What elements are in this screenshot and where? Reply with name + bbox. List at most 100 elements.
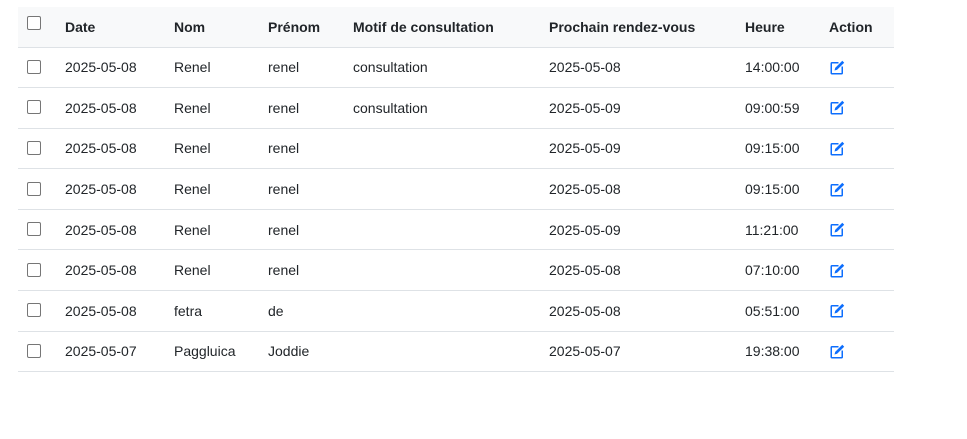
- cell-prochain-rendez-vous: 2025-05-08: [549, 168, 745, 210]
- cell-date: 2025-05-08: [65, 87, 174, 129]
- cell-date: 2025-05-08: [65, 128, 174, 170]
- table-row[interactable]: 2025-05-08 Renel renel consultation 2025-05-…: [18, 47, 894, 89]
- cell-prochain-rendez-vous: 2025-05-07: [549, 331, 745, 373]
- cell-motif: [353, 168, 549, 210]
- cell-action: [829, 249, 894, 292]
- cell-heure: 09:00:59: [745, 87, 829, 129]
- table-row[interactable]: 2025-05-07 Paggluica Joddie 2025-05-07 19:38…: [18, 331, 894, 373]
- cell-heure: 09:15:00: [745, 128, 829, 170]
- cell-nom: Renel: [174, 249, 268, 292]
- cell-prochain-rendez-vous: 2025-05-08: [549, 290, 745, 332]
- header-nom[interactable]: Nom: [174, 7, 268, 48]
- cell-prochain-rendez-vous: 2025-05-09: [549, 209, 745, 251]
- cell-date: 2025-05-08: [65, 209, 174, 251]
- consultations-table: Date Nom Prénom Motif de consultation Pr…: [18, 7, 894, 373]
- cell-prenom: renel: [268, 168, 353, 210]
- cell-date: 2025-05-08: [65, 249, 174, 292]
- row-select-cell: [18, 128, 65, 170]
- cell-action: [829, 87, 894, 129]
- cell-nom: fetra: [174, 290, 268, 332]
- edit-icon[interactable]: [829, 60, 845, 76]
- header-action: Action: [829, 7, 894, 48]
- consultations-table-container: Date Nom Prénom Motif de consultation Pr…: [18, 7, 894, 373]
- cell-prenom: Joddie: [268, 331, 353, 373]
- edit-icon[interactable]: [829, 100, 845, 116]
- cell-date: 2025-05-07: [65, 331, 174, 373]
- cell-nom: Renel: [174, 87, 268, 129]
- cell-prochain-rendez-vous: 2025-05-08: [549, 47, 745, 89]
- select-all-cell: [18, 7, 65, 48]
- table-row[interactable]: 2025-05-08 Renel renel consultation 2025-05-…: [18, 87, 894, 129]
- row-select-cell: [18, 249, 65, 292]
- table-row[interactable]: 2025-05-08 Renel renel 2025-05-08 07:10:00: [18, 249, 894, 292]
- table-row[interactable]: 2025-05-08 Renel renel 2025-05-09 11:21:00: [18, 209, 894, 251]
- cell-nom: Renel: [174, 128, 268, 170]
- edit-icon[interactable]: [829, 141, 845, 157]
- cell-prochain-rendez-vous: 2025-05-09: [549, 128, 745, 170]
- edit-icon[interactable]: [829, 344, 845, 360]
- table-row[interactable]: 2025-05-08 fetra de 2025-05-08 05:51:00: [18, 290, 894, 332]
- cell-action: [829, 290, 894, 332]
- cell-nom: Renel: [174, 47, 268, 89]
- row-checkbox[interactable]: [27, 100, 41, 115]
- cell-motif: consultation: [353, 87, 549, 129]
- cell-prochain-rendez-vous: 2025-05-08: [549, 249, 745, 292]
- cell-prochain-rendez-vous: 2025-05-09: [549, 87, 745, 129]
- cell-action: [829, 47, 894, 89]
- header-prochain-rendez-vous[interactable]: Prochain rendez-vous: [549, 7, 745, 48]
- cell-nom: Renel: [174, 168, 268, 210]
- cell-motif: consultation: [353, 47, 549, 89]
- row-checkbox[interactable]: [27, 222, 41, 237]
- cell-prenom: renel: [268, 47, 353, 89]
- row-checkbox[interactable]: [27, 59, 41, 74]
- cell-action: [829, 128, 894, 170]
- cell-date: 2025-05-08: [65, 47, 174, 89]
- select-all-checkbox[interactable]: [27, 16, 41, 31]
- cell-motif: [353, 331, 549, 373]
- edit-icon[interactable]: [829, 303, 845, 319]
- cell-action: [829, 209, 894, 251]
- cell-heure: 19:38:00: [745, 331, 829, 373]
- edit-icon[interactable]: [829, 182, 845, 198]
- cell-prenom: de: [268, 290, 353, 332]
- cell-heure: 09:15:00: [745, 168, 829, 210]
- row-checkbox[interactable]: [27, 303, 41, 318]
- header-prenom[interactable]: Prénom: [268, 7, 353, 48]
- row-select-cell: [18, 331, 65, 373]
- cell-nom: Paggluica: [174, 331, 268, 373]
- cell-nom: Renel: [174, 209, 268, 251]
- cell-prenom: renel: [268, 128, 353, 170]
- header-heure[interactable]: Heure: [745, 7, 829, 48]
- cell-action: [829, 331, 894, 373]
- cell-prenom: renel: [268, 87, 353, 129]
- cell-heure: 14:00:00: [745, 47, 829, 89]
- row-checkbox[interactable]: [27, 262, 41, 277]
- cell-heure: 11:21:00: [745, 209, 829, 251]
- edit-icon[interactable]: [829, 222, 845, 238]
- cell-prenom: renel: [268, 209, 353, 251]
- table-row[interactable]: 2025-05-08 Renel renel 2025-05-09 09:15:00: [18, 128, 894, 170]
- row-select-cell: [18, 168, 65, 210]
- edit-icon[interactable]: [829, 263, 845, 279]
- row-checkbox[interactable]: [27, 140, 41, 155]
- cell-motif: [353, 128, 549, 170]
- table-body: 2025-05-08 Renel renel consultation 2025-05-…: [18, 47, 894, 373]
- row-select-cell: [18, 209, 65, 251]
- row-checkbox[interactable]: [27, 343, 41, 358]
- header-date[interactable]: Date: [65, 7, 174, 48]
- cell-action: [829, 168, 894, 210]
- cell-motif: [353, 249, 549, 292]
- row-select-cell: [18, 87, 65, 129]
- row-checkbox[interactable]: [27, 181, 41, 196]
- cell-motif: [353, 290, 549, 332]
- cell-date: 2025-05-08: [65, 290, 174, 332]
- cell-heure: 07:10:00: [745, 249, 829, 292]
- row-select-cell: [18, 47, 65, 89]
- table-header-row: Date Nom Prénom Motif de consultation Pr…: [18, 7, 894, 48]
- cell-date: 2025-05-08: [65, 168, 174, 210]
- cell-motif: [353, 209, 549, 251]
- cell-prenom: renel: [268, 249, 353, 292]
- header-motif[interactable]: Motif de consultation: [353, 7, 549, 48]
- row-select-cell: [18, 290, 65, 332]
- table-row[interactable]: 2025-05-08 Renel renel 2025-05-08 09:15:00: [18, 168, 894, 210]
